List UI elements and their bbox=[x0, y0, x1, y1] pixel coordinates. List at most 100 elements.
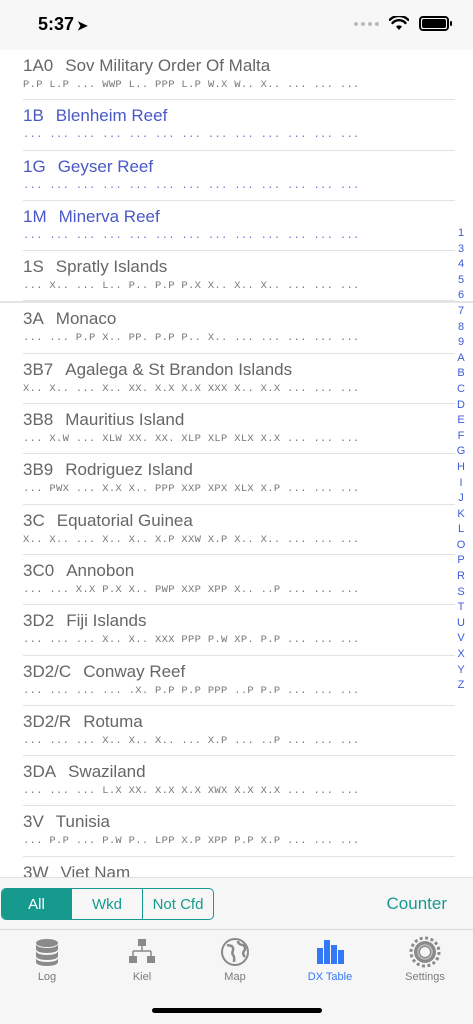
index-entry[interactable]: 3 bbox=[458, 242, 464, 258]
tab-label: Kiel bbox=[132, 971, 152, 983]
index-entry[interactable]: U bbox=[457, 616, 465, 632]
index-entry[interactable]: L bbox=[458, 522, 464, 538]
dx-table-list[interactable]: 1A0 Sov Military Order Of Malta P.P L.P ..… bbox=[0, 50, 473, 877]
index-entry[interactable]: S bbox=[457, 585, 464, 601]
counter-button[interactable]: Counter bbox=[387, 894, 447, 914]
section-3: 3A Monaco ... ... P.P X.. PP. P.P P.. X.. … bbox=[0, 303, 473, 877]
filter-segment[interactable]: Not Cfd bbox=[143, 889, 213, 919]
index-entry[interactable]: V bbox=[457, 631, 464, 647]
index-entry[interactable]: D bbox=[457, 398, 465, 414]
entity-title: 3C0 Annobon bbox=[23, 561, 134, 581]
table-row[interactable]: 3D2 Fiji Islands ... ... ... X.. X.. XXX P… bbox=[23, 605, 455, 656]
index-entry[interactable]: K bbox=[457, 507, 464, 523]
entity-name: Rotuma bbox=[83, 711, 143, 731]
entity-name: Viet Nam bbox=[60, 862, 131, 877]
index-entry[interactable]: 1 bbox=[458, 226, 464, 242]
table-row[interactable]: 3W Viet Nam bbox=[23, 857, 455, 877]
table-row[interactable]: 3B9 Rodriguez Island ... PWX ... X.X X.. P… bbox=[23, 454, 455, 505]
index-entry[interactable]: F bbox=[458, 429, 465, 445]
entity-prefix: 3B9 bbox=[23, 460, 54, 480]
index-entry[interactable]: H bbox=[457, 460, 465, 476]
entity-name: Geyser Reef bbox=[57, 156, 154, 176]
entity-title: 1G Geyser Reef bbox=[23, 157, 153, 177]
tab-map[interactable]: Map bbox=[190, 936, 280, 983]
band-mode-pattern: X.. X.. ... X.. XX. X.X X.X XXX X.. X.X … bbox=[23, 382, 360, 395]
table-row[interactable]: 3B7 Agalega & St Brandon Islands X.. X.. .… bbox=[23, 354, 455, 405]
band-mode-pattern: ... ... ... ... ... ... ... ... ... ... … bbox=[23, 229, 360, 242]
table-row[interactable]: 3C Equatorial Guinea X.. X.. ... X.. X.. X… bbox=[23, 505, 455, 555]
index-entry[interactable]: C bbox=[457, 382, 465, 398]
table-row[interactable]: 3A Monaco ... ... P.P X.. PP. P.P P.. X.. … bbox=[23, 303, 455, 354]
wifi-icon bbox=[389, 16, 409, 30]
index-entry[interactable]: G bbox=[457, 444, 466, 460]
entity-prefix: 3DA bbox=[23, 762, 57, 782]
band-mode-pattern: ... ... P.P X.. PP. P.P P.. X.. ... ... … bbox=[23, 332, 360, 345]
entity-name: Spratly Islands bbox=[55, 257, 168, 277]
index-entry[interactable]: O bbox=[457, 538, 466, 554]
entity-prefix: 3B8 bbox=[23, 410, 54, 430]
band-mode-pattern: ... ... ... X.. X.. XXX PPP P.W XP. P.P … bbox=[23, 634, 360, 647]
table-row[interactable]: 3B8 Mauritius Island ... X.W ... XLW XX. X… bbox=[23, 404, 455, 455]
entity-name: Monaco bbox=[55, 309, 117, 329]
index-entry[interactable]: 6 bbox=[458, 288, 464, 304]
index-entry[interactable]: I bbox=[459, 476, 462, 492]
index-entry[interactable]: P bbox=[457, 553, 464, 569]
entity-title: 3B8 Mauritius Island bbox=[23, 410, 184, 430]
entity-title: 1A0 Sov Military Order Of Malta bbox=[23, 56, 270, 76]
entity-title: 3D2/R Rotuma bbox=[23, 712, 143, 732]
index-entry[interactable]: Y bbox=[457, 663, 464, 679]
status-time: 5:37 ➤ bbox=[38, 14, 88, 34]
table-row[interactable]: 1M Minerva Reef ... ... ... ... ... ... ..… bbox=[23, 201, 455, 252]
band-mode-pattern: ... ... ... L.X XX. X.X X.X XWX X.X X.X … bbox=[23, 785, 360, 798]
entity-name: Minerva Reef bbox=[58, 206, 160, 226]
band-mode-pattern: P.P L.P ... WWP L.. PPP L.P W.X W.. X.. … bbox=[23, 79, 360, 91]
status-indicators bbox=[354, 16, 452, 31]
index-entry[interactable]: Z bbox=[458, 678, 465, 694]
entity-name: Annobon bbox=[66, 560, 135, 580]
entity-title: 1M Minerva Reef bbox=[23, 207, 160, 227]
globe-icon bbox=[190, 936, 280, 968]
tab-kiel[interactable]: Kiel bbox=[97, 936, 187, 983]
index-entry[interactable]: 9 bbox=[458, 335, 464, 351]
table-row[interactable]: 1B Blenheim Reef ... ... ... ... ... ... .… bbox=[23, 100, 455, 151]
index-entry[interactable]: R bbox=[457, 569, 465, 585]
location-arrow-icon: ➤ bbox=[77, 18, 88, 33]
cellular-signal-icon bbox=[354, 21, 379, 26]
index-entry[interactable]: A bbox=[457, 351, 464, 367]
entity-prefix: 1A0 bbox=[23, 56, 54, 75]
status-bar: 5:37 ➤ bbox=[0, 0, 473, 50]
entity-prefix: 1S bbox=[23, 257, 44, 277]
filter-segmented-control[interactable]: All Wkd Not Cfd bbox=[1, 888, 214, 920]
index-entry[interactable]: X bbox=[457, 647, 464, 663]
filter-segment[interactable]: All bbox=[2, 889, 72, 919]
table-row[interactable]: 1S Spratly Islands ... X.. ... L.. P.. P.P… bbox=[23, 251, 455, 302]
home-indicator bbox=[152, 1008, 322, 1013]
index-entry[interactable]: 8 bbox=[458, 320, 464, 336]
table-row[interactable]: 3V Tunisia ... P.P ... P.W P.. LPP X.P XPP… bbox=[23, 806, 455, 857]
tab-dx-table[interactable]: DX Table bbox=[285, 936, 375, 983]
entity-title: 1B Blenheim Reef bbox=[23, 106, 167, 126]
entity-title: 3B7 Agalega & St Brandon Islands bbox=[23, 360, 292, 380]
table-row[interactable]: 1A0 Sov Military Order Of Malta P.P L.P ..… bbox=[23, 50, 455, 101]
index-entry[interactable]: T bbox=[458, 600, 465, 616]
entity-title: 3DA Swaziland bbox=[23, 762, 146, 782]
table-row[interactable]: 3DA Swaziland ... ... ... L.X XX. X.X X.X … bbox=[23, 756, 455, 807]
filter-segment[interactable]: Wkd bbox=[72, 889, 143, 919]
section-index[interactable]: 13456789ABCDEFGHIJKLOPRSTUVXYZ bbox=[454, 226, 468, 694]
index-entry[interactable]: 4 bbox=[458, 257, 464, 273]
section-1: 1A0 Sov Military Order Of Malta P.P L.P ..… bbox=[0, 50, 473, 302]
tab-settings[interactable]: Settings bbox=[380, 936, 470, 983]
table-row[interactable]: 3D2/R Rotuma ... ... ... X.. X.. X.. ... X… bbox=[23, 706, 455, 757]
tab-log[interactable]: Log bbox=[2, 936, 92, 983]
table-row[interactable]: 1G Geyser Reef ... ... ... ... ... ... ...… bbox=[23, 151, 455, 201]
table-row[interactable]: 3D2/C Conway Reef ... ... ... ... .X. P.P … bbox=[23, 656, 455, 706]
index-entry[interactable]: E bbox=[457, 413, 464, 429]
entity-prefix: 1G bbox=[23, 156, 46, 176]
filter-bar: All Wkd Not Cfd Counter bbox=[0, 877, 473, 929]
table-row[interactable]: 3C0 Annobon ... ... X.X P.X X.. PWP XXP XP… bbox=[23, 555, 455, 606]
index-entry[interactable]: B bbox=[457, 366, 464, 382]
index-entry[interactable]: J bbox=[458, 491, 464, 507]
entity-prefix: 3C0 bbox=[23, 560, 55, 580]
index-entry[interactable]: 7 bbox=[458, 304, 464, 320]
index-entry[interactable]: 5 bbox=[458, 273, 464, 289]
